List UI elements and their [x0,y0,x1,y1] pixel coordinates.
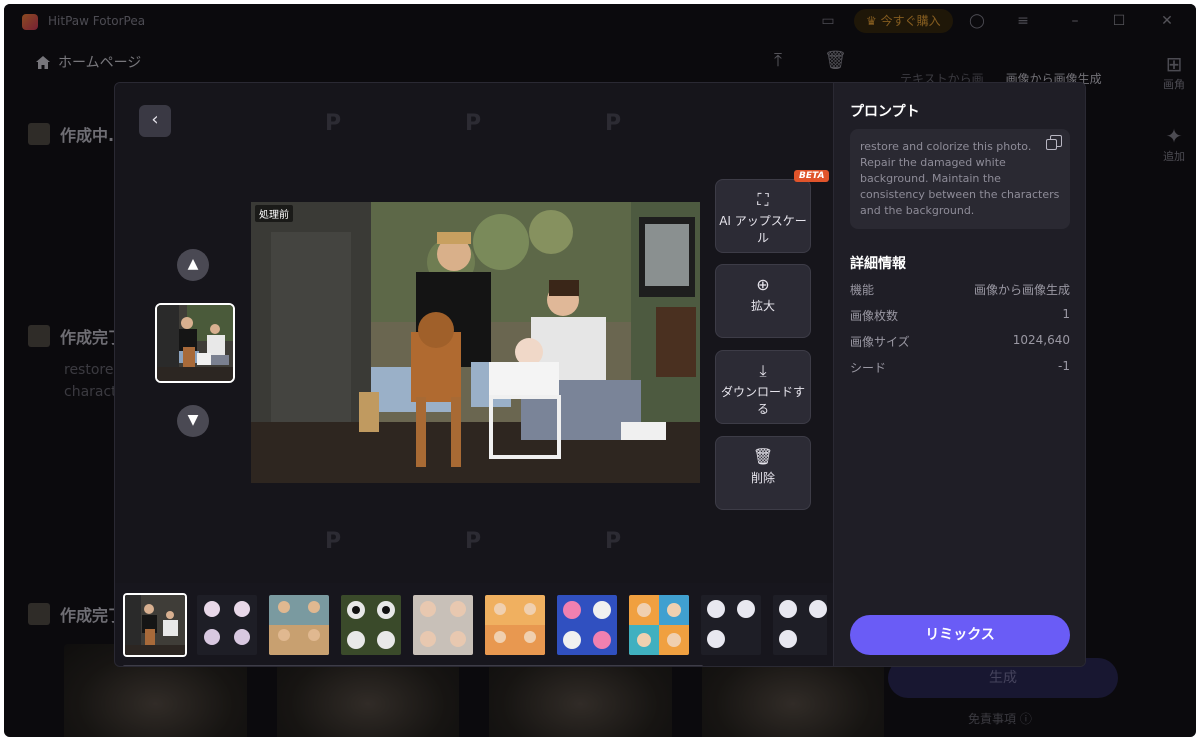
thumbnail-item[interactable] [555,593,619,657]
trash-icon: 🗑 [752,447,774,466]
app-window: HitPaw FotorPea ▭ ♛ 今すぐ購入 ◯ ≡ – ☐ ✕ ホームペ… [4,4,1196,737]
copy-icon[interactable] [1046,135,1062,150]
main-preview-image[interactable]: 処理前 [251,202,700,483]
thumbnail-item[interactable] [771,593,827,657]
zoom-in-button[interactable]: ⊕ 拡大 [715,264,811,338]
image-stage: P P P P P P P ‹ ▲ [115,83,833,666]
prompt-title: プロンプト [850,104,920,120]
thumbnail-item[interactable] [339,593,403,657]
delete-button[interactable]: 🗑 削除 [715,436,811,510]
image-detail-modal: P P P P P P P ‹ ▲ [114,82,1086,667]
details-title: 詳細情報 [850,256,906,272]
side-thumbnail-selected[interactable] [155,303,235,383]
delete-label: 削除 [750,471,775,485]
watermark-icon: P [325,111,342,136]
detail-row-seed: シード -1 [850,359,1070,376]
detail-label: シード [850,361,887,375]
chevron-down-icon: ▼ [187,412,199,428]
upscale-icon: ⛶ [757,190,769,209]
watermark-icon: P [465,111,482,136]
prompt-text: restore and colorize this photo. Repair … [860,140,1060,217]
detail-label: 画像枚数 [850,309,899,323]
ai-upscale-label: AI アップスケール [719,214,807,245]
thumbnail-item[interactable] [195,593,259,657]
ai-upscale-button[interactable]: ⛶ AI アップスケール [715,179,811,253]
zoom-in-icon: ⊕ [756,275,770,294]
chevron-left-icon: ‹ [151,109,159,130]
thumbnail-strip [123,593,827,663]
chevron-up-icon: ▲ [187,256,199,272]
detail-label: 画像サイズ [850,335,910,349]
thumbnail-item[interactable] [483,593,547,657]
info-panel: プロンプト restore and colorize this photo. R… [833,83,1085,666]
prompt-box: restore and colorize this photo. Repair … [850,129,1070,229]
thumbnail-item[interactable] [627,593,691,657]
back-button[interactable]: ‹ [139,105,171,137]
detail-value: 画像から画像生成 [973,283,1070,297]
thumbnail-item[interactable] [267,593,331,657]
download-button[interactable]: ⤓ ダウンロードする [715,350,811,424]
detail-value: 1024,640 [1012,333,1070,347]
beta-badge: BETA [794,170,830,182]
detail-value: 1 [1062,307,1070,321]
download-label: ダウンロードする [720,385,805,416]
watermark-icon: P [605,529,622,554]
watermark-icon: P [325,529,342,554]
thumbnail-item[interactable] [411,593,475,657]
thumbnail-item[interactable] [699,593,763,657]
zoom-in-label: 拡大 [750,299,775,313]
remix-button[interactable]: リミックス [850,615,1070,655]
watermark-icon: P [465,529,482,554]
detail-row-count: 画像枚数 1 [850,307,1070,324]
remix-label: リミックス [925,627,995,643]
detail-label: 機能 [850,283,875,297]
download-icon: ⤓ [759,361,767,380]
next-image-button[interactable]: ▼ [177,405,209,437]
thumbnail-item-selected[interactable] [123,593,187,657]
detail-row-function: 機能 画像から画像生成 [850,281,1070,298]
before-label: 処理前 [255,205,293,222]
watermark-icon: P [605,111,622,136]
detail-value: -1 [1058,359,1070,373]
thumbnail-scrollbar[interactable] [123,665,703,666]
previous-image-button[interactable]: ▲ [177,249,209,281]
detail-row-size: 画像サイズ 1024,640 [850,333,1070,350]
